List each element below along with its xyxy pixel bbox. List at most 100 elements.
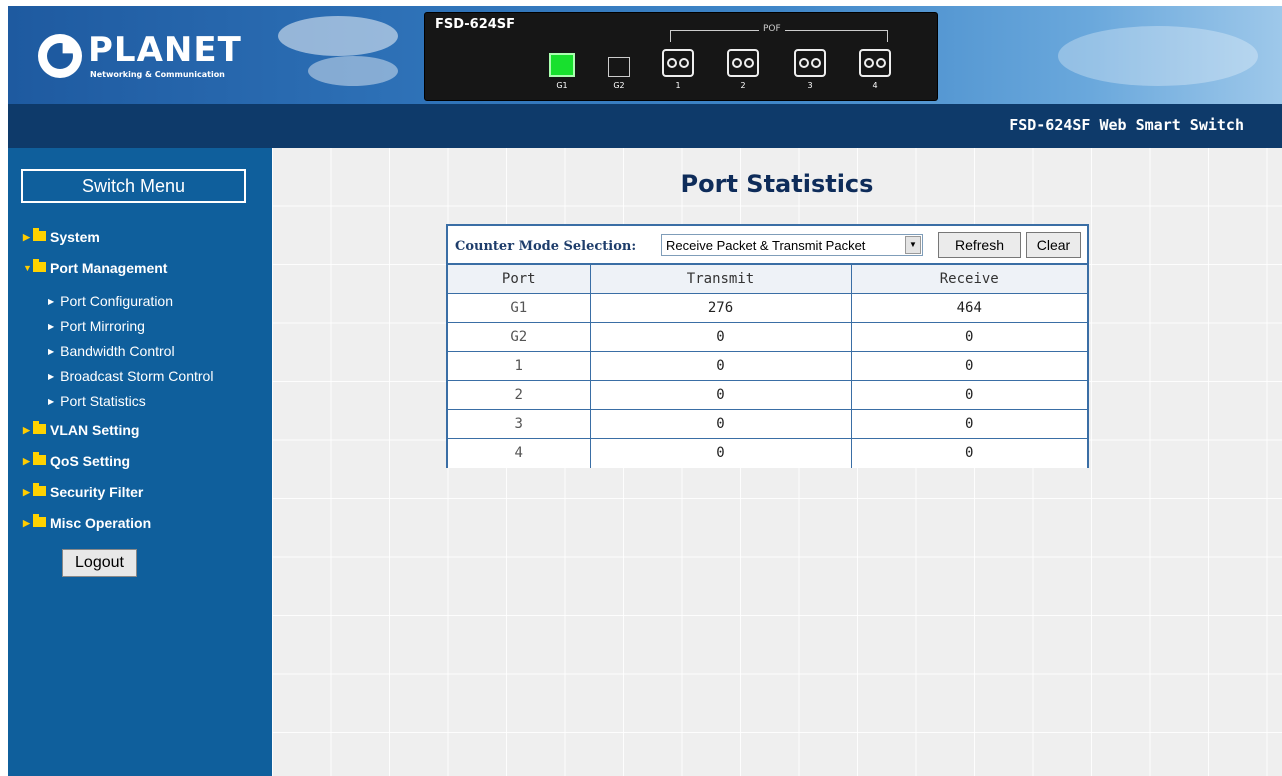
port-label: 3 xyxy=(807,81,813,90)
bullet-arrow-icon: ▶ xyxy=(48,321,55,331)
port-g2-led-icon xyxy=(608,57,630,77)
expand-arrow-icon: ▶ xyxy=(23,424,30,435)
port-label: 2 xyxy=(740,81,746,90)
cell-port: G2 xyxy=(448,322,591,352)
port-g2[interactable]: G2 xyxy=(608,53,630,90)
main-content: Port Statistics Counter Mode Selection: … xyxy=(272,148,1282,776)
cell-receive: 0 xyxy=(850,351,1087,381)
port-1[interactable]: 1 xyxy=(662,49,694,90)
menu-item-vlan-setting[interactable]: ▶ VLAN Setting xyxy=(23,421,139,438)
port-label: 1 xyxy=(675,81,681,90)
menu-item-security-filter[interactable]: ▶ Security Filter xyxy=(23,483,144,500)
cell-port: 4 xyxy=(448,438,591,468)
cell-transmit: 0 xyxy=(589,322,852,352)
cell-transmit: 0 xyxy=(589,438,852,468)
port-label: G1 xyxy=(556,81,568,90)
sidebar: Switch Menu ▶ System ▼ Port Management ▶… xyxy=(8,148,272,776)
counter-mode-select[interactable]: Receive Packet & Transmit Packet ▼ xyxy=(661,234,923,256)
folder-icon xyxy=(33,452,46,465)
menu-item-label: QoS Setting xyxy=(50,453,131,469)
cell-receive: 0 xyxy=(850,380,1087,410)
page-title: Port Statistics xyxy=(680,170,874,198)
product-title: FSD-624SF Web Smart Switch xyxy=(1009,116,1244,134)
port-label: G2 xyxy=(613,81,625,90)
table-row: 3 0 0 xyxy=(448,409,1087,439)
table-row: G2 0 0 xyxy=(448,322,1087,352)
bullet-arrow-icon: ▶ xyxy=(48,346,55,356)
bullet-arrow-icon: ▶ xyxy=(48,396,55,406)
cell-receive: 0 xyxy=(850,438,1087,468)
sub-item-label: Broadcast Storm Control xyxy=(60,368,214,384)
menu-item-port-management[interactable]: ▼ Port Management xyxy=(23,259,167,276)
table-row: G1 276 464 xyxy=(448,293,1087,323)
fiber-port-icon xyxy=(727,49,759,77)
counter-mode-label: Counter Mode Selection: xyxy=(455,239,637,254)
port-4[interactable]: 4 xyxy=(859,49,891,90)
sub-item-port-mirroring[interactable]: ▶ Port Mirroring xyxy=(48,318,145,334)
folder-icon xyxy=(33,259,46,272)
port-statistics-table: Port Transmit Receive G1 276 464 G2 0 0 … xyxy=(448,264,1087,468)
expand-arrow-icon: ▶ xyxy=(23,486,30,497)
menu-item-label: Security Filter xyxy=(50,484,144,500)
menu-item-qos-setting[interactable]: ▶ QoS Setting xyxy=(23,452,131,469)
counter-mode-row: Counter Mode Selection: Receive Packet &… xyxy=(448,226,1087,264)
sub-item-label: Port Configuration xyxy=(60,293,173,309)
cell-transmit: 276 xyxy=(589,293,852,323)
port-g1[interactable]: G1 xyxy=(549,53,575,90)
table-header-row: Port Transmit Receive xyxy=(448,264,1087,294)
folder-icon xyxy=(33,228,46,241)
table-row: 4 0 0 xyxy=(448,438,1087,468)
logout-button[interactable]: Logout xyxy=(62,549,137,577)
folder-icon xyxy=(33,483,46,496)
counter-mode-value: Receive Packet & Transmit Packet xyxy=(666,237,866,253)
cell-receive: 0 xyxy=(850,409,1087,439)
cell-port: G1 xyxy=(448,293,591,323)
cell-transmit: 0 xyxy=(589,409,852,439)
sub-item-port-statistics[interactable]: ▶ Port Statistics xyxy=(48,393,146,409)
cell-receive: 464 xyxy=(850,293,1087,323)
header-banner: PLANET Networking & Communication FSD-62… xyxy=(8,6,1282,104)
collapse-arrow-icon: ▼ xyxy=(23,263,32,273)
expand-arrow-icon: ▶ xyxy=(23,231,30,242)
sub-item-port-configuration[interactable]: ▶ Port Configuration xyxy=(48,293,173,309)
switch-menu-heading: Switch Menu xyxy=(21,169,246,203)
cell-transmit: 0 xyxy=(589,351,852,381)
sub-item-label: Port Statistics xyxy=(60,393,146,409)
port-3[interactable]: 3 xyxy=(794,49,826,90)
logo-tagline: Networking & Communication xyxy=(90,70,225,79)
sub-item-bandwidth-control[interactable]: ▶ Bandwidth Control xyxy=(48,343,175,359)
menu-item-label: System xyxy=(50,229,100,245)
menu-item-system[interactable]: ▶ System xyxy=(23,228,100,245)
cloud-decoration xyxy=(308,56,398,86)
fiber-port-icon xyxy=(859,49,891,77)
column-header-port: Port xyxy=(448,264,591,294)
menu-item-label: Misc Operation xyxy=(50,515,152,531)
clear-button[interactable]: Clear xyxy=(1026,232,1081,258)
folder-icon xyxy=(33,514,46,527)
bullet-arrow-icon: ▶ xyxy=(48,371,55,381)
planet-logo-icon xyxy=(38,34,82,78)
folder-icon xyxy=(33,421,46,434)
logo-text: PLANET xyxy=(88,30,242,70)
cell-transmit: 0 xyxy=(589,380,852,410)
refresh-button[interactable]: Refresh xyxy=(938,232,1021,258)
menu-item-misc-operation[interactable]: ▶ Misc Operation xyxy=(23,514,152,531)
port-statistics-panel: Counter Mode Selection: Receive Packet &… xyxy=(446,224,1089,468)
cell-receive: 0 xyxy=(850,322,1087,352)
pof-label: POF xyxy=(759,24,785,34)
fiber-port-icon xyxy=(794,49,826,77)
expand-arrow-icon: ▶ xyxy=(23,455,30,466)
column-header-receive: Receive xyxy=(850,264,1087,294)
table-row: 2 0 0 xyxy=(448,380,1087,410)
port-2[interactable]: 2 xyxy=(727,49,759,90)
cloud-decoration xyxy=(1058,26,1258,86)
device-model-label: FSD-624SF xyxy=(435,17,516,32)
expand-arrow-icon: ▶ xyxy=(23,517,30,528)
cloud-decoration xyxy=(278,16,398,56)
port-g1-led-icon xyxy=(549,53,575,77)
port-label: 4 xyxy=(872,81,878,90)
planet-logo: PLANET Networking & Communication xyxy=(38,28,241,84)
cell-port: 1 xyxy=(448,351,591,381)
sub-item-broadcast-storm-control[interactable]: ▶ Broadcast Storm Control xyxy=(48,368,213,384)
cell-port: 2 xyxy=(448,380,591,410)
